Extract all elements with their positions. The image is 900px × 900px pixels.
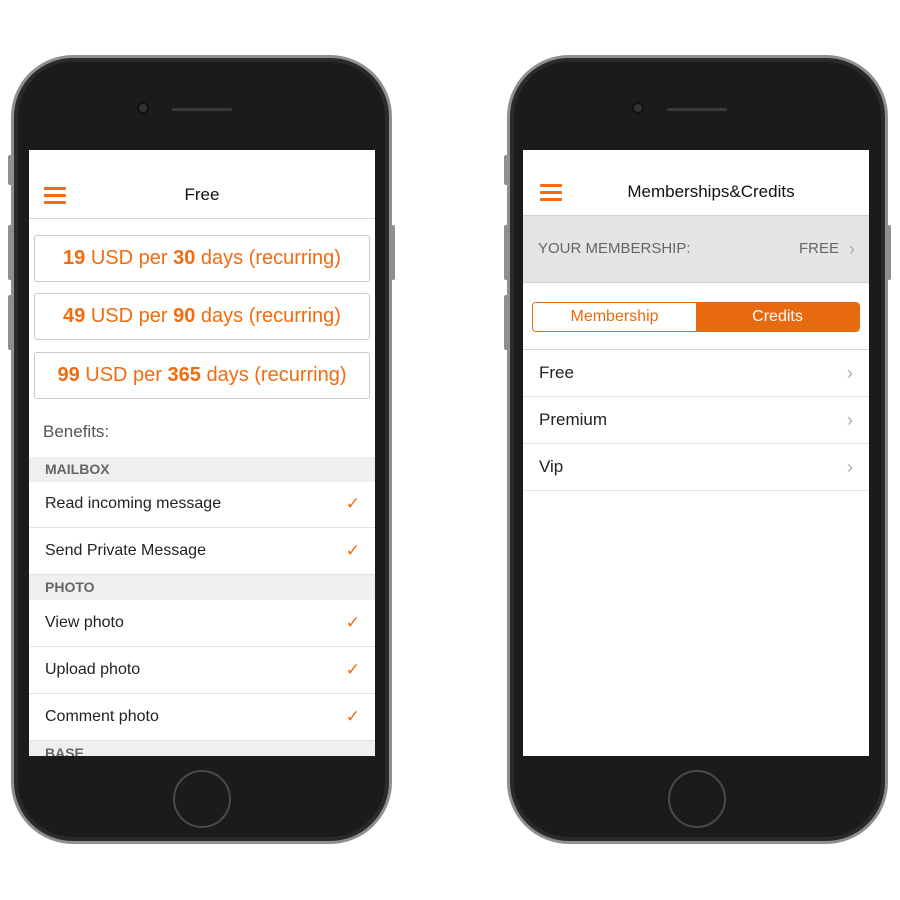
- plan-price: 19: [63, 247, 86, 269]
- plan-text: USD per: [79, 364, 168, 386]
- speaker-icon: [667, 108, 727, 111]
- divider: [29, 218, 375, 219]
- benefit-label: Comment photo: [45, 708, 159, 725]
- benefit-label: Upload photo: [45, 661, 141, 678]
- side-button: [8, 155, 12, 185]
- chevron-right-icon: ›: [847, 457, 853, 477]
- check-icon: ✓: [345, 541, 360, 560]
- camera-icon: [632, 102, 644, 114]
- benefit-row: Comment photo ✓: [29, 694, 375, 741]
- benefit-label: Send Private Message: [45, 542, 206, 559]
- chevron-right-icon: ›: [849, 239, 855, 259]
- benefit-row: Upload photo ✓: [29, 647, 375, 694]
- camera-icon: [137, 102, 149, 114]
- page-title: Free: [184, 185, 220, 204]
- page-title: Memberships&Credits: [627, 182, 795, 201]
- check-icon: ✓: [345, 660, 360, 679]
- side-button: [504, 155, 508, 185]
- plan-text: USD per: [85, 247, 174, 269]
- section-header-photo: PHOTO: [29, 575, 375, 600]
- left-screen: Free 19 USD per 30 days (recurring) 49 U…: [29, 150, 375, 756]
- plan-days: 365: [167, 364, 201, 386]
- benefit-label: Read incoming message: [45, 495, 222, 512]
- right-phone: Memberships&Credits YOUR MEMBERSHIP: FREE…: [507, 55, 888, 844]
- list-item-label: Premium: [539, 410, 608, 429]
- benefits-label: Benefits:: [43, 422, 110, 441]
- home-button[interactable]: [173, 770, 231, 828]
- benefit-row: Send Private Message ✓: [29, 528, 375, 575]
- left-phone: Free 19 USD per 30 days (recurring) 49 U…: [11, 55, 392, 844]
- tab-membership[interactable]: Membership: [533, 303, 696, 331]
- tab-credits[interactable]: Credits: [696, 303, 859, 331]
- list-item-premium[interactable]: Premium ›: [523, 397, 869, 444]
- chevron-right-icon: ›: [847, 410, 853, 430]
- segmented-control: Membership Credits: [532, 302, 860, 332]
- plan-text: days (recurring): [195, 305, 341, 327]
- plan-button-90-days[interactable]: 49 USD per 90 days (recurring): [34, 293, 370, 340]
- benefit-row: Read incoming message ✓: [29, 481, 375, 528]
- check-icon: ✓: [345, 707, 360, 726]
- chevron-right-icon: ›: [847, 363, 853, 383]
- right-screen: Memberships&Credits YOUR MEMBERSHIP: FREE…: [523, 150, 869, 756]
- plan-price: 99: [57, 364, 80, 386]
- side-button: [8, 225, 12, 280]
- plan-button-30-days[interactable]: 19 USD per 30 days (recurring): [34, 235, 370, 282]
- check-icon: ✓: [345, 494, 360, 513]
- check-icon: ✓: [345, 613, 360, 632]
- side-button: [504, 225, 508, 280]
- side-button: [8, 295, 12, 350]
- section-header-mailbox: MAILBOX: [29, 457, 375, 482]
- side-button: [887, 225, 891, 280]
- plan-text: days (recurring): [195, 247, 341, 269]
- list-item-label: Vip: [539, 457, 564, 476]
- home-button[interactable]: [668, 770, 726, 828]
- side-button: [391, 225, 395, 280]
- side-button: [504, 295, 508, 350]
- plan-days: 90: [173, 305, 196, 327]
- plan-text: USD per: [85, 305, 174, 327]
- benefit-label: View photo: [45, 614, 124, 631]
- membership-value: FREE: [798, 240, 839, 257]
- your-membership-row[interactable]: YOUR MEMBERSHIP: FREE ›: [523, 215, 869, 283]
- list-item-free[interactable]: Free ›: [523, 350, 869, 397]
- speaker-icon: [172, 108, 232, 111]
- plan-days: 30: [173, 247, 196, 269]
- benefit-row: View photo ✓: [29, 600, 375, 647]
- membership-label: YOUR MEMBERSHIP:: [538, 240, 691, 257]
- plan-text: days (recurring): [200, 364, 347, 386]
- list-item-label: Free: [539, 363, 574, 382]
- plan-price: 49: [63, 305, 86, 327]
- plan-button-365-days[interactable]: 99 USD per 365 days (recurring): [34, 352, 370, 399]
- section-header-base: BASE: [29, 741, 375, 756]
- list-item-vip[interactable]: Vip ›: [523, 444, 869, 491]
